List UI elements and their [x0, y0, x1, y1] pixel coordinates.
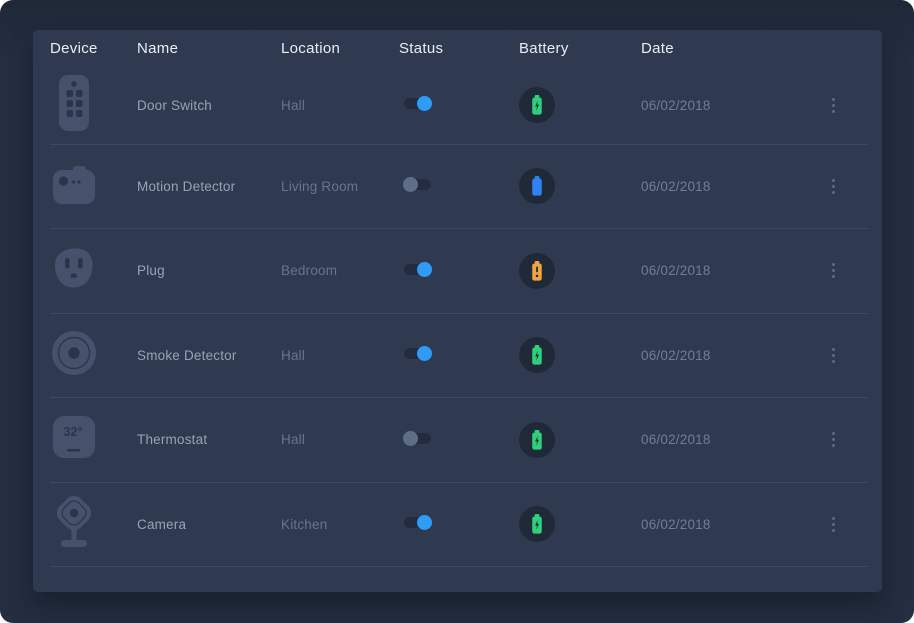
svg-text:32°: 32°: [64, 425, 83, 439]
devices-table-card: Device Name Location Status Battery Date…: [33, 30, 882, 592]
device-date: 06/02/2018: [641, 98, 798, 113]
device-date: 06/02/2018: [641, 179, 798, 194]
plug-icon: [50, 246, 98, 290]
more-options-icon[interactable]: [828, 428, 839, 451]
status-toggle[interactable]: [404, 179, 431, 190]
device-location: Bedroom: [281, 263, 399, 278]
battery-icon: [519, 337, 555, 373]
toggle-knob: [417, 515, 432, 530]
battery-icon: [519, 422, 555, 458]
motion-detector-icon: [50, 161, 98, 207]
table-row: 32° Thermostat Hall 06/02/2018: [50, 398, 868, 483]
toggle-knob: [417, 346, 432, 361]
more-options-icon[interactable]: [828, 513, 839, 536]
battery-icon: [519, 87, 555, 123]
smart-home-screen: Device Name Location Status Battery Date…: [0, 0, 914, 623]
device-date: 06/02/2018: [641, 432, 798, 447]
battery-icon: [519, 506, 555, 542]
device-name: Camera: [137, 517, 281, 532]
toggle-knob: [403, 431, 418, 446]
door-switch-icon: [50, 74, 98, 132]
battery-icon: [519, 253, 555, 289]
camera-icon: [50, 495, 98, 549]
thermostat-icon: 32°: [50, 415, 98, 459]
device-date: 06/02/2018: [641, 263, 798, 278]
device-name: Door Switch: [137, 98, 281, 113]
status-toggle[interactable]: [404, 517, 431, 528]
more-options-icon[interactable]: [828, 94, 839, 117]
toggle-knob: [403, 177, 418, 192]
device-location: Kitchen: [281, 517, 399, 532]
more-options-icon[interactable]: [828, 175, 839, 198]
status-toggle[interactable]: [404, 264, 431, 275]
device-date: 06/02/2018: [641, 348, 798, 363]
more-options-icon[interactable]: [828, 259, 839, 282]
column-header-date: Date: [641, 40, 812, 57]
device-location: Hall: [281, 98, 399, 113]
device-location: Hall: [281, 432, 399, 447]
device-location: Hall: [281, 348, 399, 363]
status-toggle[interactable]: [404, 433, 431, 444]
column-header-device: Device: [50, 40, 137, 57]
smoke-detector-icon: [50, 330, 98, 376]
table-row: Motion Detector Living Room 06/02/2018: [50, 145, 868, 230]
table-header: Device Name Location Status Battery Date: [50, 30, 882, 67]
more-options-icon[interactable]: [828, 344, 839, 367]
toggle-knob: [417, 262, 432, 277]
table-row: Plug Bedroom 06/02/2018: [50, 229, 868, 314]
device-date: 06/02/2018: [641, 517, 798, 532]
device-name: Plug: [137, 263, 281, 278]
column-header-location: Location: [281, 40, 399, 57]
device-name: Thermostat: [137, 432, 281, 447]
table-body: Door Switch Hall 06/02/2018 Motion Detec…: [50, 67, 882, 567]
status-toggle[interactable]: [404, 98, 431, 109]
toggle-knob: [417, 96, 432, 111]
device-location: Living Room: [281, 179, 399, 194]
table-row: Camera Kitchen 06/02/2018: [50, 483, 868, 568]
battery-icon: [519, 168, 555, 204]
column-header-name: Name: [137, 40, 281, 57]
column-header-status: Status: [399, 40, 519, 57]
status-toggle[interactable]: [404, 348, 431, 359]
column-header-battery: Battery: [519, 40, 641, 57]
device-name: Motion Detector: [137, 179, 281, 194]
table-row: Door Switch Hall 06/02/2018: [50, 67, 868, 145]
table-row: Smoke Detector Hall 06/02/2018: [50, 314, 868, 399]
device-name: Smoke Detector: [137, 348, 281, 363]
